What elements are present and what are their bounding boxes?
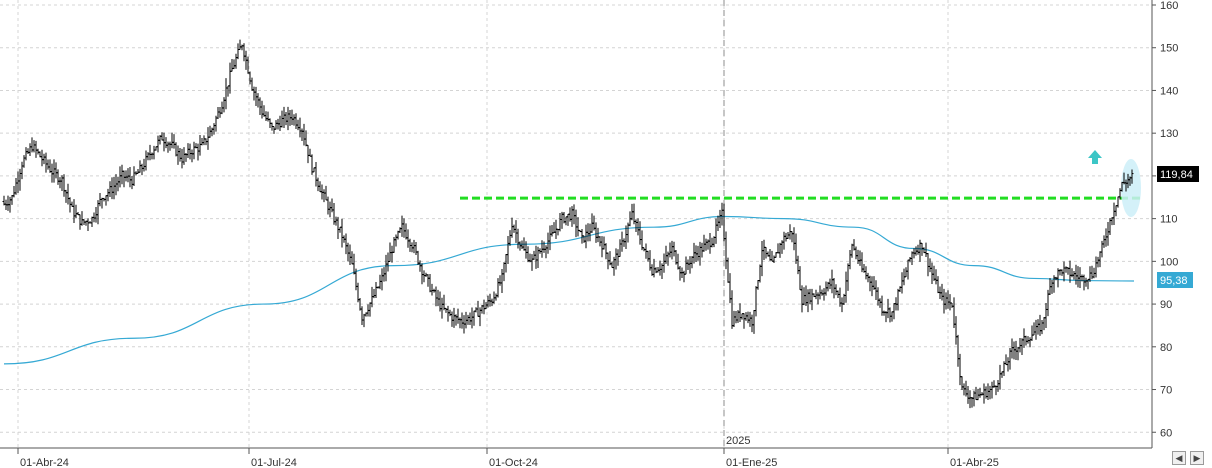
chevron-left-icon: ◀ [1175, 453, 1183, 463]
scroll-left-button[interactable]: ◀ [1172, 451, 1186, 465]
y-tick-label: 60 [1160, 427, 1172, 439]
x-tick-label: 01-Abr-24 [20, 457, 69, 468]
x-tick-label: 01-Oct-24 [489, 457, 538, 468]
y-tick-label: 110 [1160, 214, 1178, 226]
breakout-highlight [1121, 159, 1141, 217]
scroll-right-button[interactable]: ▶ [1190, 451, 1204, 465]
moving-average-tag: 95,38 [1160, 275, 1188, 287]
x-tick-label: 01-Jul-24 [251, 457, 297, 468]
chevron-right-icon: ▶ [1193, 453, 1201, 463]
year-marker-label: 2025 [726, 435, 750, 447]
y-tick-label: 100 [1160, 256, 1178, 268]
price-chart: 6070809010011012013014015016001-Abr-2401… [0, 0, 1212, 468]
y-tick-label: 140 [1160, 85, 1178, 97]
y-tick-label: 90 [1160, 299, 1172, 311]
y-tick-label: 130 [1160, 128, 1178, 140]
y-tick-label: 70 [1160, 385, 1172, 397]
y-tick-label: 160 [1160, 0, 1178, 12]
y-tick-label: 150 [1160, 43, 1178, 55]
last-price-tag: 119,84 [1160, 169, 1193, 181]
x-tick-label: 01-Ene-25 [726, 457, 777, 468]
x-tick-label: 01-Abr-25 [950, 457, 999, 468]
y-tick-label: 80 [1160, 342, 1172, 354]
